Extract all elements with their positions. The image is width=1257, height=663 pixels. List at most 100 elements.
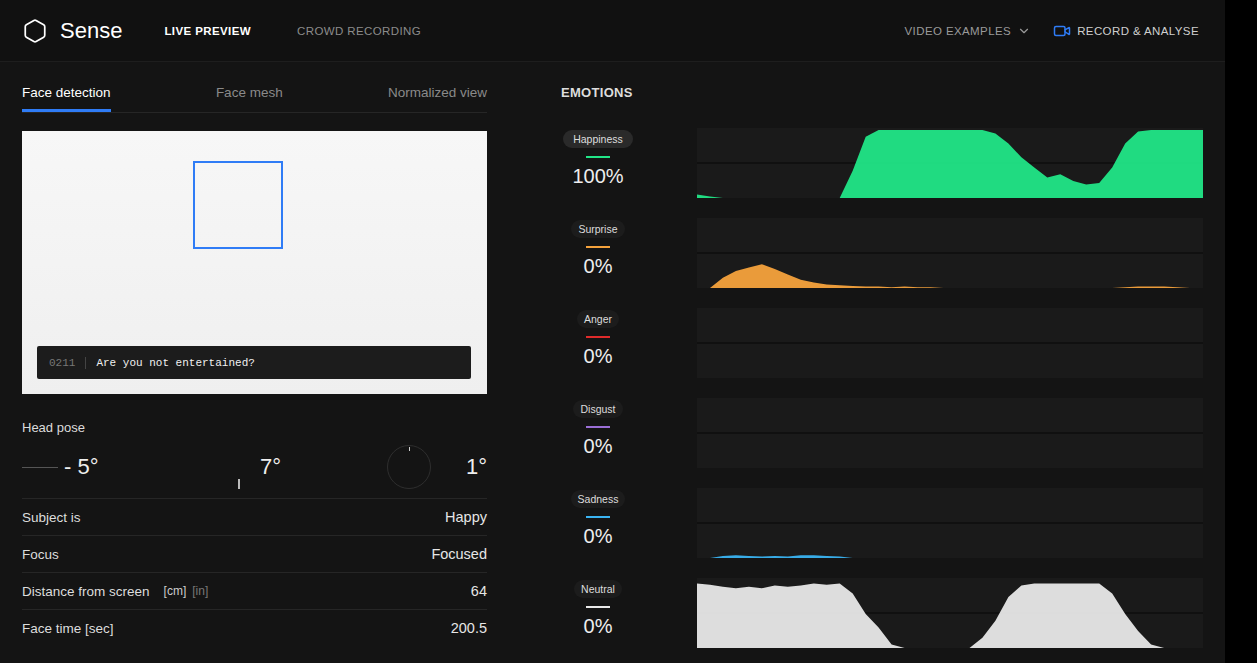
emotion-label[interactable]: Disgust: [573, 400, 622, 418]
emotion-info: Disgust0%: [561, 398, 635, 468]
emotion-value: 0%: [584, 524, 613, 548]
nav-link[interactable]: LIVE PREVIEW: [164, 25, 251, 37]
hexagon-logo-icon: [22, 18, 48, 44]
record-analyse-button[interactable]: RECORD & ANALYSE: [1053, 22, 1199, 40]
chart-area: [697, 468, 1203, 469]
emotion-swatch: [586, 426, 610, 428]
stat-label: Subject is: [22, 510, 81, 525]
stat-row: Focus Focused: [22, 535, 487, 572]
chart-area: [697, 378, 1203, 379]
emotion-chart: [697, 218, 1203, 288]
detection-panel: Face detection Face mesh Normalized view 02…: [22, 62, 487, 663]
pose-value: 1°: [466, 454, 487, 480]
stat-row: Face time [sec] 200.5: [22, 609, 487, 646]
unit-toggle: [cm] [in]: [164, 584, 209, 598]
pose-cell: - 5°: [22, 445, 238, 489]
stat-label: Distance from screen[cm][in]: [22, 584, 208, 599]
face-bounding-box: [193, 161, 283, 249]
emotion-chart: [697, 578, 1203, 648]
emotion-info: Sadness 0%: [561, 488, 635, 558]
logo[interactable]: Sense: [22, 18, 122, 44]
head-pose-values: - 5° 7° 1°: [22, 445, 487, 485]
emotion-row: Neutral 0%: [561, 578, 1203, 648]
emotions-title: EMOTIONS: [561, 72, 1203, 113]
chevron-down-icon: [1017, 24, 1031, 38]
app: Sense LIVE PREVIEW CROWD RECORDING VIDEO EX…: [0, 0, 1225, 663]
emotion-value: 0%: [584, 344, 613, 368]
emotion-label[interactable]: Neutral: [574, 580, 622, 598]
yaw-indicator-icon: [22, 467, 58, 468]
chart-gridline: [697, 342, 1203, 344]
main-nav: LIVE PREVIEW CROWD RECORDING: [164, 25, 421, 37]
pose-cell: 1°: [387, 445, 487, 489]
unit-option[interactable]: [in]: [192, 584, 208, 598]
nav-link[interactable]: CROWD RECORDING: [297, 25, 421, 37]
emotion-label[interactable]: Anger: [577, 310, 619, 328]
stat-label: Focus: [22, 547, 59, 562]
pose-value: 7°: [260, 454, 281, 480]
emotion-swatch: [586, 516, 610, 518]
caption-overlay: 0211 Are you not entertained?: [37, 346, 471, 379]
stat-row: Subject is Happy: [22, 498, 487, 535]
emotion-info: Happiness 100%: [561, 128, 635, 198]
head-pose: Head pose - 5° 7° 1°: [22, 419, 487, 485]
emotion-value: 0%: [584, 254, 613, 278]
emotion-info: Surprise 0%: [561, 218, 635, 288]
emotion-swatch: [586, 336, 610, 338]
chart-gridline: [697, 432, 1203, 434]
chart-background: [697, 128, 1203, 198]
emotion-swatch: [586, 156, 610, 158]
stat-value: Happy: [445, 509, 487, 525]
top-bar: Sense LIVE PREVIEW CROWD RECORDING VIDEO EX…: [0, 0, 1225, 62]
view-tab[interactable]: Face detection: [22, 72, 111, 112]
chart-area: [697, 583, 1203, 648]
caption-text: Are you not entertained?: [96, 357, 254, 369]
caption-index: 0211: [49, 357, 86, 369]
chart-gridline: [697, 252, 1203, 254]
emotion-value: 0%: [584, 614, 613, 638]
emotion-swatch: [586, 606, 610, 608]
chart-background: [697, 218, 1203, 288]
emotion-row: Happiness 100%: [561, 128, 1203, 198]
head-pose-label: Head pose: [22, 419, 487, 437]
emotion-chart: [697, 308, 1203, 378]
emotion-row: Disgust0%: [561, 398, 1203, 468]
chart-background: [697, 398, 1203, 468]
stat-value: Focused: [431, 546, 487, 562]
chart-background: [697, 308, 1203, 378]
unit-option[interactable]: [cm]: [164, 584, 187, 598]
emotion-label[interactable]: Surprise: [571, 220, 624, 238]
emotion-label[interactable]: Happiness: [563, 130, 633, 148]
emotion-label[interactable]: Sadness: [571, 490, 626, 508]
stats-list: Subject isHappyFocusFocusedDistance from…: [22, 498, 487, 646]
emotion-chart: [697, 398, 1203, 468]
view-tabs: Face detection Face mesh Normalized view: [22, 72, 487, 113]
stat-value: 64: [471, 583, 487, 599]
emotion-list: Happiness100%Surprise0%Anger0%Disgust0%S…: [561, 128, 1203, 648]
chart-background: [697, 578, 1203, 648]
view-tab[interactable]: Face mesh: [216, 72, 283, 112]
emotion-row: Anger 0%: [561, 308, 1203, 378]
emotion-value: 100%: [572, 164, 623, 188]
app-name: Sense: [60, 18, 122, 44]
emotion-info: Anger 0%: [561, 308, 635, 378]
chart-background: [697, 488, 1203, 558]
stat-row: Distance from screen[cm][in]64: [22, 572, 487, 609]
roll-mark: [409, 447, 410, 451]
chart-gridline: [697, 522, 1203, 524]
emotion-info: Neutral 0%: [561, 578, 635, 648]
top-actions: VIDEO EXAMPLES RECORD & ANALYSE: [905, 22, 1199, 40]
chart-area: [697, 264, 1203, 288]
video-camera-icon: [1053, 22, 1071, 40]
video-examples-dropdown[interactable]: VIDEO EXAMPLES: [905, 24, 1032, 38]
pose-value: - 5°: [64, 454, 98, 480]
emotion-row: Surprise 0%: [561, 218, 1203, 288]
chart-area: [697, 555, 1203, 558]
emotion-swatch: [586, 246, 610, 248]
roll-dial-icon: [387, 445, 431, 489]
view-tab[interactable]: Normalized view: [388, 72, 487, 112]
pose-cell: 7°: [238, 445, 387, 489]
emotion-chart: [697, 488, 1203, 558]
stat-value: 200.5: [451, 620, 487, 636]
stat-label: Face time [sec]: [22, 621, 114, 636]
